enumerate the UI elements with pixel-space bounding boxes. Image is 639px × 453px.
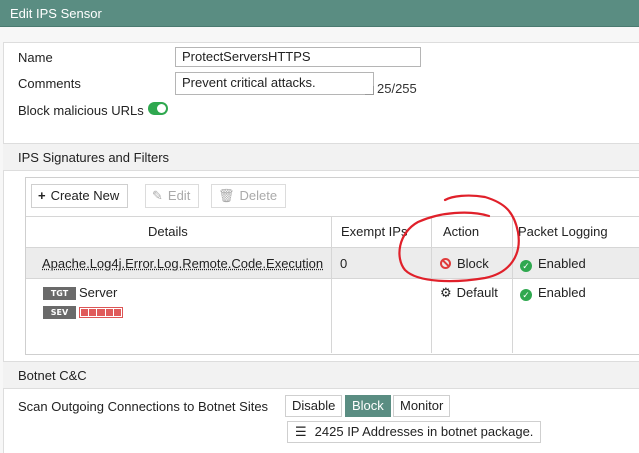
edit-button[interactable]: ✎ Edit	[145, 184, 200, 208]
name-label: Name	[18, 50, 53, 65]
column-header-details[interactable]: Details	[148, 224, 188, 239]
trash-icon: 🗑	[218, 188, 235, 203]
logging-value: Enabled	[538, 285, 586, 300]
column-header-exempt-ips[interactable]: Exempt IPs	[341, 224, 407, 239]
botnet-info-box[interactable]: ☰ 2425 IP Addresses in botnet package.	[287, 421, 542, 443]
severity-segment	[97, 309, 105, 316]
toggle-knob	[157, 104, 166, 113]
logging-cell: ✓ Enabled	[520, 285, 586, 301]
block-icon	[440, 258, 451, 269]
comments-label: Comments	[18, 76, 81, 91]
sev-tag: SEV	[43, 306, 76, 319]
check-circle-icon: ✓	[520, 289, 532, 301]
action-cell: ⚙ Default	[440, 285, 498, 301]
action-value: Default	[456, 285, 498, 300]
botnet-scan-label: Scan Outgoing Connections to Botnet Site…	[18, 399, 269, 414]
ips-section-header: IPS Signatures and Filters	[3, 143, 639, 171]
create-new-label: Create New	[50, 188, 120, 203]
resize-grip-icon[interactable]	[365, 86, 374, 95]
column-header-action[interactable]: Action	[443, 224, 479, 239]
botnet-info-text: 2425 IP Addresses in botnet package.	[314, 424, 534, 439]
severity-bar	[79, 307, 123, 318]
logging-value: Enabled	[538, 256, 586, 271]
severity-segment	[105, 309, 113, 316]
signature-name[interactable]: Apache.Log4j.Error.Log.Remote.Code.Execu…	[42, 256, 323, 271]
logging-cell: ✓ Enabled	[520, 256, 586, 272]
block-urls-label: Block malicious URLs	[18, 103, 144, 118]
delete-button[interactable]: 🗑 Delete	[211, 184, 287, 208]
action-value: Block	[457, 256, 489, 271]
column-divider	[331, 216, 332, 353]
exempt-ips-count: 0	[340, 256, 348, 271]
botnet-disable-option[interactable]: Disable	[285, 395, 343, 417]
create-new-button[interactable]: + Create New	[31, 184, 129, 208]
botnet-monitor-option[interactable]: Monitor	[393, 395, 451, 417]
plus-icon: +	[38, 188, 46, 203]
comments-textarea[interactable]: Prevent critical attacks.	[175, 72, 374, 95]
pencil-icon: ✎	[152, 188, 163, 203]
comments-counter: 25/255	[377, 81, 417, 96]
block-urls-toggle[interactable]	[148, 102, 168, 115]
column-header-packet-logging[interactable]: Packet Logging	[518, 224, 608, 239]
edit-label: Edit	[167, 188, 191, 203]
dialog-title: Edit IPS Sensor	[0, 0, 639, 27]
check-circle-icon: ✓	[520, 260, 532, 272]
severity-segment	[113, 309, 122, 316]
target-value: Server	[79, 285, 118, 300]
severity-segment	[81, 309, 89, 316]
name-input[interactable]: ProtectServersHTTPS	[175, 47, 421, 67]
action-cell: Block	[440, 256, 489, 271]
column-divider	[512, 216, 513, 353]
severity-segment	[89, 309, 97, 316]
list-icon: ☰	[295, 424, 307, 439]
gear-icon: ⚙	[440, 285, 452, 300]
tgt-tag: TGT	[43, 287, 76, 300]
botnet-section-header: Botnet C&C	[3, 361, 639, 389]
botnet-block-option[interactable]: Block	[345, 395, 391, 417]
column-divider	[431, 216, 432, 353]
delete-label: Delete	[239, 188, 278, 203]
